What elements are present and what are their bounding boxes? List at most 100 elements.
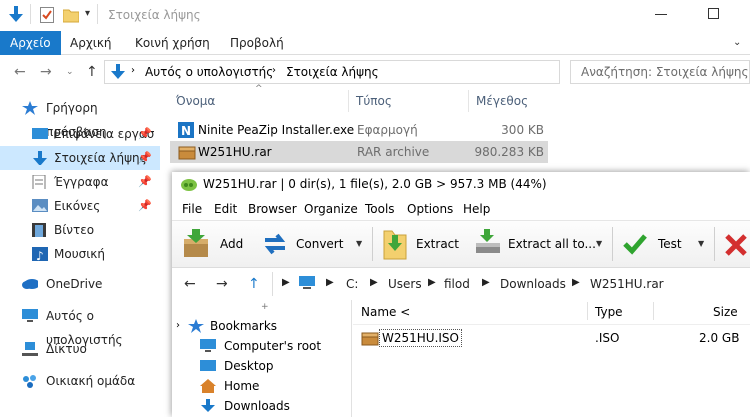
video-icon — [32, 223, 46, 237]
path-crumb-user[interactable]: filod — [444, 277, 470, 291]
forward-icon[interactable]: → — [40, 57, 52, 87]
search-input[interactable]: Αναζήτηση: Στοιχεία λήψης — [570, 60, 750, 84]
menu-organize[interactable]: Organize — [304, 202, 358, 216]
maximize-icon[interactable] — [708, 8, 719, 19]
menu-help[interactable]: Help — [463, 202, 490, 216]
list-row-name: W251HU.ISO — [379, 329, 462, 347]
list-row[interactable]: W251HU.ISO .ISO 2.0 GB — [353, 328, 750, 350]
breadcrumb-this-pc[interactable]: Αυτός ο υπολογιστής — [145, 65, 273, 79]
column-header-type[interactable]: Τύπος — [356, 90, 392, 112]
nav-pictures[interactable]: Εικόνες 📌 — [0, 194, 160, 218]
convert-button[interactable]: Convert ▼ — [258, 221, 368, 267]
up-icon[interactable]: ↑ — [86, 57, 98, 87]
tab-view[interactable]: Προβολή — [230, 31, 284, 55]
peazip-window: W251HU.rar | 0 dir(s), 1 file(s), 2.0 GB… — [172, 172, 750, 417]
column-header-size[interactable]: Μέγεθος — [476, 90, 528, 112]
list-header-type[interactable]: Type — [595, 305, 623, 319]
menu-file[interactable]: File — [182, 202, 202, 216]
window-title-bar: ▾ Στοιχεία λήψης — [0, 0, 750, 31]
delete-icon[interactable] — [724, 233, 748, 257]
nav-network[interactable]: Δίκτυο — [0, 337, 160, 361]
navigation-pane: Γρήγορη πρόσβαση Επιφάνεια εργασ 📌 Στοιχ… — [0, 90, 165, 417]
file-row[interactable]: W251HU.rar RAR archive 980.283 KB — [170, 141, 548, 163]
up-icon[interactable]: ↑ — [248, 276, 260, 292]
minimize-icon[interactable] — [655, 14, 667, 15]
back-icon[interactable]: ← — [184, 276, 196, 292]
star-icon — [22, 101, 38, 115]
checkmark-icon — [623, 234, 647, 255]
breadcrumb-downloads[interactable]: Στοιχεία λήψης — [286, 65, 379, 79]
nav-this-pc[interactable]: Αυτός ο υπολογιστής — [0, 304, 160, 347]
peazip-logo-icon — [181, 179, 197, 191]
extract-all-dropdown-icon[interactable]: ▼ — [596, 239, 602, 248]
peazip-title-bar: W251HU.rar | 0 dir(s), 1 file(s), 2.0 GB… — [172, 172, 750, 198]
svg-text:♪: ♪ — [36, 249, 44, 261]
sort-indicator-icon: ^ — [255, 84, 263, 94]
list-row-type: .ISO — [595, 331, 620, 345]
file-type: Εφαρμογή — [357, 123, 418, 137]
star-icon — [188, 319, 204, 333]
recent-locations-icon[interactable]: ⌄ — [66, 57, 74, 87]
window-title: Στοιχεία λήψης — [108, 8, 201, 22]
peazip-path-bar: ← → ↑ ▶ ▶ C: ▶ Users ▶ filod ▶ Downloads… — [172, 268, 750, 300]
computer-icon — [22, 309, 38, 322]
menu-options[interactable]: Options — [407, 202, 453, 216]
pin-icon: 📌 — [138, 175, 152, 188]
list-header-name[interactable]: Name < — [361, 305, 410, 319]
file-name: W251HU.rar — [198, 145, 272, 159]
path-crumb-archive[interactable]: W251HU.rar — [590, 277, 664, 291]
properties-icon[interactable] — [40, 7, 54, 23]
address-bar[interactable]: › Αυτός ο υπολογιστής › Στοιχεία λήψης — [104, 60, 560, 84]
test-button[interactable]: Test ▼ — [618, 221, 710, 267]
nav-documents[interactable]: Έγγραφα 📌 — [0, 170, 160, 194]
homegroup-icon — [23, 375, 36, 388]
path-crumb-drive[interactable]: C: — [346, 277, 358, 291]
list-header-size[interactable]: Size — [713, 305, 738, 319]
tab-share[interactable]: Κοινή χρήση — [135, 31, 210, 55]
pictures-icon — [32, 199, 48, 212]
download-icon — [201, 399, 215, 412]
download-icon — [111, 64, 125, 79]
nav-homegroup[interactable]: Οικιακή ομάδα — [0, 369, 160, 393]
ribbon-tabs: Αρχείο Αρχική Κοινή χρήση Προβολή ⌄ — [0, 31, 750, 55]
drive-icon — [476, 229, 500, 253]
test-dropdown-icon[interactable]: ▼ — [698, 239, 704, 248]
nav-desktop[interactable]: Επιφάνεια εργασ 📌 — [0, 122, 160, 146]
nav-onedrive[interactable]: OneDrive — [0, 272, 160, 296]
nav-videos[interactable]: Βίντεο — [0, 218, 160, 242]
quick-access-dropdown-icon[interactable]: ▾ — [85, 8, 90, 19]
file-size: 300 KB — [501, 123, 544, 137]
download-icon — [9, 6, 23, 22]
extract-button[interactable]: Extract — [378, 221, 459, 267]
tab-home[interactable]: Αρχική — [70, 31, 112, 55]
back-icon[interactable]: ← — [14, 57, 26, 87]
address-row: ← → ⌄ ↑ › Αυτός ο υπολογιστής › Στοιχεία… — [0, 57, 750, 87]
file-list: ^ Όνομα Τύπος Μέγεθος N Ninite PeaZip In… — [170, 84, 750, 170]
path-crumb-users[interactable]: Users — [388, 277, 422, 291]
menu-browser[interactable]: Browser — [248, 202, 297, 216]
path-crumb-downloads[interactable]: Downloads — [500, 277, 566, 291]
nav-downloads[interactable]: Στοιχεία λήψης 📌 — [0, 146, 160, 170]
nav-quick-access[interactable]: Γρήγορη πρόσβαση — [0, 96, 160, 139]
home-icon — [200, 379, 216, 393]
tab-file[interactable]: Αρχείο — [0, 31, 61, 55]
menu-edit[interactable]: Edit — [214, 202, 237, 216]
extract-all-button[interactable]: Extract all to... ▼ — [470, 221, 606, 267]
file-name: Ninite PeaZip Installer.exe — [198, 123, 355, 137]
file-row[interactable]: N Ninite PeaZip Installer.exe Εφαρμογή 3… — [170, 119, 548, 141]
download-icon — [33, 151, 47, 165]
menu-tools[interactable]: Tools — [365, 202, 395, 216]
archive-icon — [361, 332, 379, 346]
column-header-name[interactable]: Όνομα — [176, 90, 215, 112]
ribbon-expand-icon[interactable]: ⌄ — [733, 37, 741, 48]
forward-icon[interactable]: → — [216, 276, 228, 292]
ninite-icon: N — [178, 122, 194, 138]
svg-text:N: N — [181, 124, 191, 138]
archive-icon — [178, 146, 196, 160]
cloud-icon — [22, 279, 38, 289]
pin-icon: 📌 — [138, 127, 152, 140]
new-folder-icon[interactable] — [63, 7, 79, 23]
add-button[interactable]: Add — [178, 221, 250, 267]
nav-music[interactable]: ♪ Μουσική — [0, 242, 160, 266]
convert-dropdown-icon[interactable]: ▼ — [356, 239, 362, 248]
